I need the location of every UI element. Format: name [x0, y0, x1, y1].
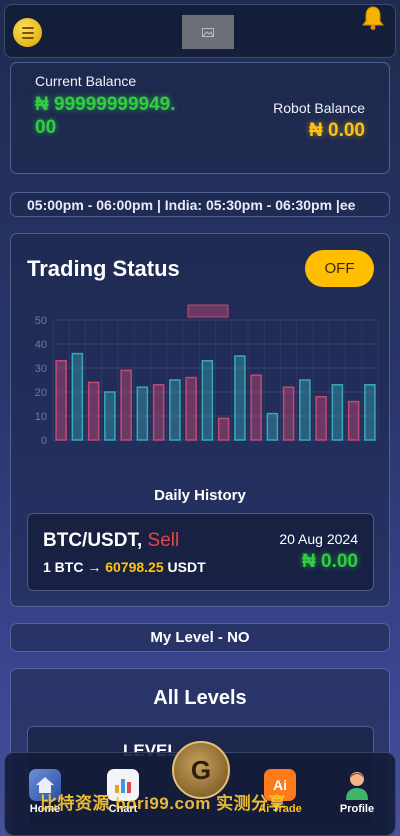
ticker-text: 05:00pm - 06:00pm | India: 05:30pm - 06:… [27, 197, 356, 213]
trade-history-item: BTC/USDT, Sell 1 BTC → 60798.25 USDT 20 … [27, 513, 374, 591]
y-tick-label: 40 [35, 339, 47, 351]
legend-marker [187, 304, 229, 318]
all-levels-title: All Levels [153, 687, 247, 709]
chart-bar [250, 374, 262, 441]
y-tick-label: 10 [35, 411, 47, 423]
daily-bar-chart: 0 10 20 30 40 50 [35, 304, 379, 447]
logo-image [182, 15, 234, 49]
chart-bar [266, 412, 279, 441]
chart-bar [201, 360, 214, 441]
trade-amount: ₦ 0.00 [302, 551, 358, 572]
y-tick-label: 30 [35, 363, 47, 375]
chart-bar [217, 417, 230, 441]
trade-conversion: 1 BTC → 60798.25 USDT [43, 559, 206, 575]
watermark-text: 比特资源 bori99.com 实测分享 [40, 794, 287, 813]
robot-balance-label: Robot Balance [273, 100, 365, 116]
chart-bar [364, 384, 376, 441]
my-level-bar: My Level - NO [10, 623, 390, 652]
trade-pair: BTC/USDT, Sell [43, 530, 179, 552]
trading-status-card: Trading Status OFF 0 10 20 30 40 50 Daily His… [10, 233, 390, 607]
trade-date: 20 Aug 2024 [279, 531, 358, 547]
chart-bar [55, 360, 67, 441]
trading-toggle-button[interactable]: OFF [305, 250, 374, 287]
chart-bar [331, 384, 344, 441]
chart-bar [104, 391, 116, 441]
trade-conv-prefix: 1 BTC → [43, 559, 106, 575]
top-bar [4, 4, 396, 58]
chart-bar [71, 352, 84, 441]
chart-bar [299, 379, 311, 441]
trade-price: 60798.25 [105, 559, 164, 575]
trade-conv-suffix: USDT [163, 559, 206, 575]
current-balance-value: ₦ 99999999949.00 [35, 94, 176, 138]
chart-bar [136, 386, 149, 441]
chart-bar [120, 369, 132, 441]
chart-bar [282, 386, 295, 441]
y-tick-label: 50 [35, 315, 47, 327]
bell-icon[interactable] [361, 5, 385, 31]
chart-bar [169, 379, 181, 441]
trading-status-title: Trading Status [27, 256, 180, 281]
nav-profile-label: Profile [339, 803, 375, 815]
announcement-ticker: 05:00pm - 06:00pm | India: 05:30pm - 06:… [10, 192, 390, 217]
chart-bar [347, 400, 360, 441]
trade-pair-text: BTC/USDT, [43, 530, 143, 551]
chart-bar [87, 381, 100, 441]
chart-bar [185, 376, 197, 441]
my-level-text: My Level - NO [150, 629, 250, 646]
nav-profile[interactable]: Profile [327, 769, 387, 815]
robot-balance-value: ₦ 0.00 [309, 120, 365, 141]
user-icon [341, 769, 373, 801]
daily-history-label: Daily History [154, 487, 246, 504]
chart-bar [315, 396, 327, 441]
chart-bar [152, 384, 165, 441]
menu-icon[interactable] [13, 18, 42, 47]
bottom-nav: Home Chart G Ai Ai Trade Profile 比特资源 bo… [4, 741, 396, 836]
y-tick-label: 20 [35, 387, 47, 399]
y-tick-label: 0 [41, 435, 47, 447]
current-balance-label: Current Balance [35, 73, 137, 89]
image-icon [202, 27, 214, 37]
trade-side: Sell [147, 530, 180, 551]
balance-card: Current Balance ₦ 99999999949.00 Robot B… [10, 62, 390, 174]
chart-bar [234, 355, 246, 441]
